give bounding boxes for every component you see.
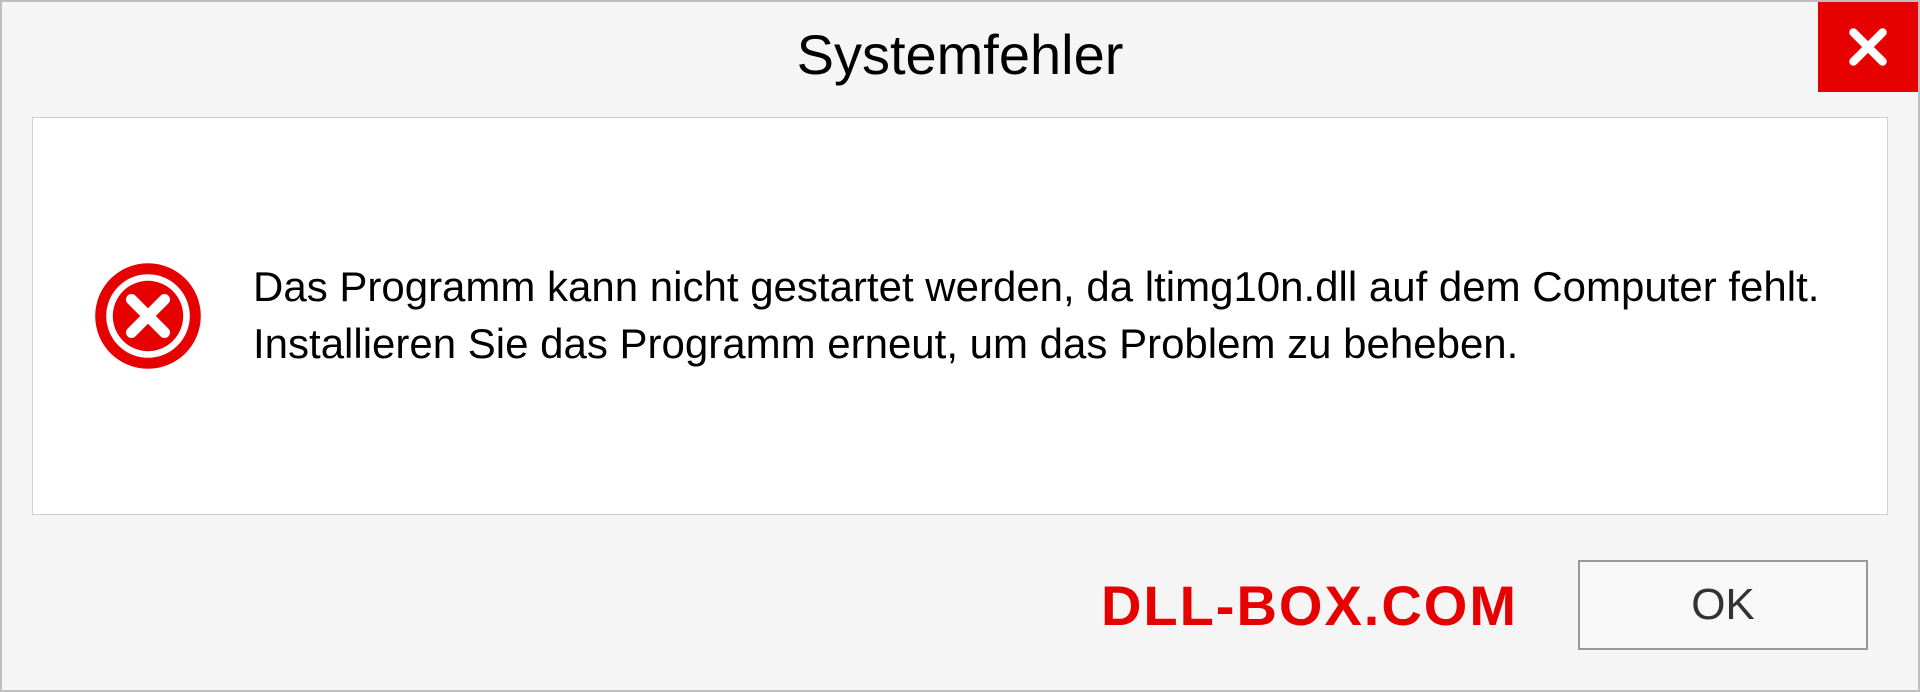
- error-message: Das Programm kann nicht gestartet werden…: [253, 259, 1827, 372]
- close-button[interactable]: [1818, 2, 1918, 92]
- content-area: Das Programm kann nicht gestartet werden…: [32, 117, 1888, 515]
- error-icon: [93, 261, 203, 371]
- footer: DLL-BOX.COM OK: [2, 535, 1918, 690]
- ok-button[interactable]: OK: [1578, 560, 1868, 650]
- watermark-text: DLL-BOX.COM: [1101, 573, 1518, 638]
- titlebar: Systemfehler: [2, 2, 1918, 117]
- error-dialog: Systemfehler Das Programm kann nicht ges…: [0, 0, 1920, 692]
- dialog-title: Systemfehler: [797, 22, 1124, 87]
- close-icon: [1843, 22, 1893, 72]
